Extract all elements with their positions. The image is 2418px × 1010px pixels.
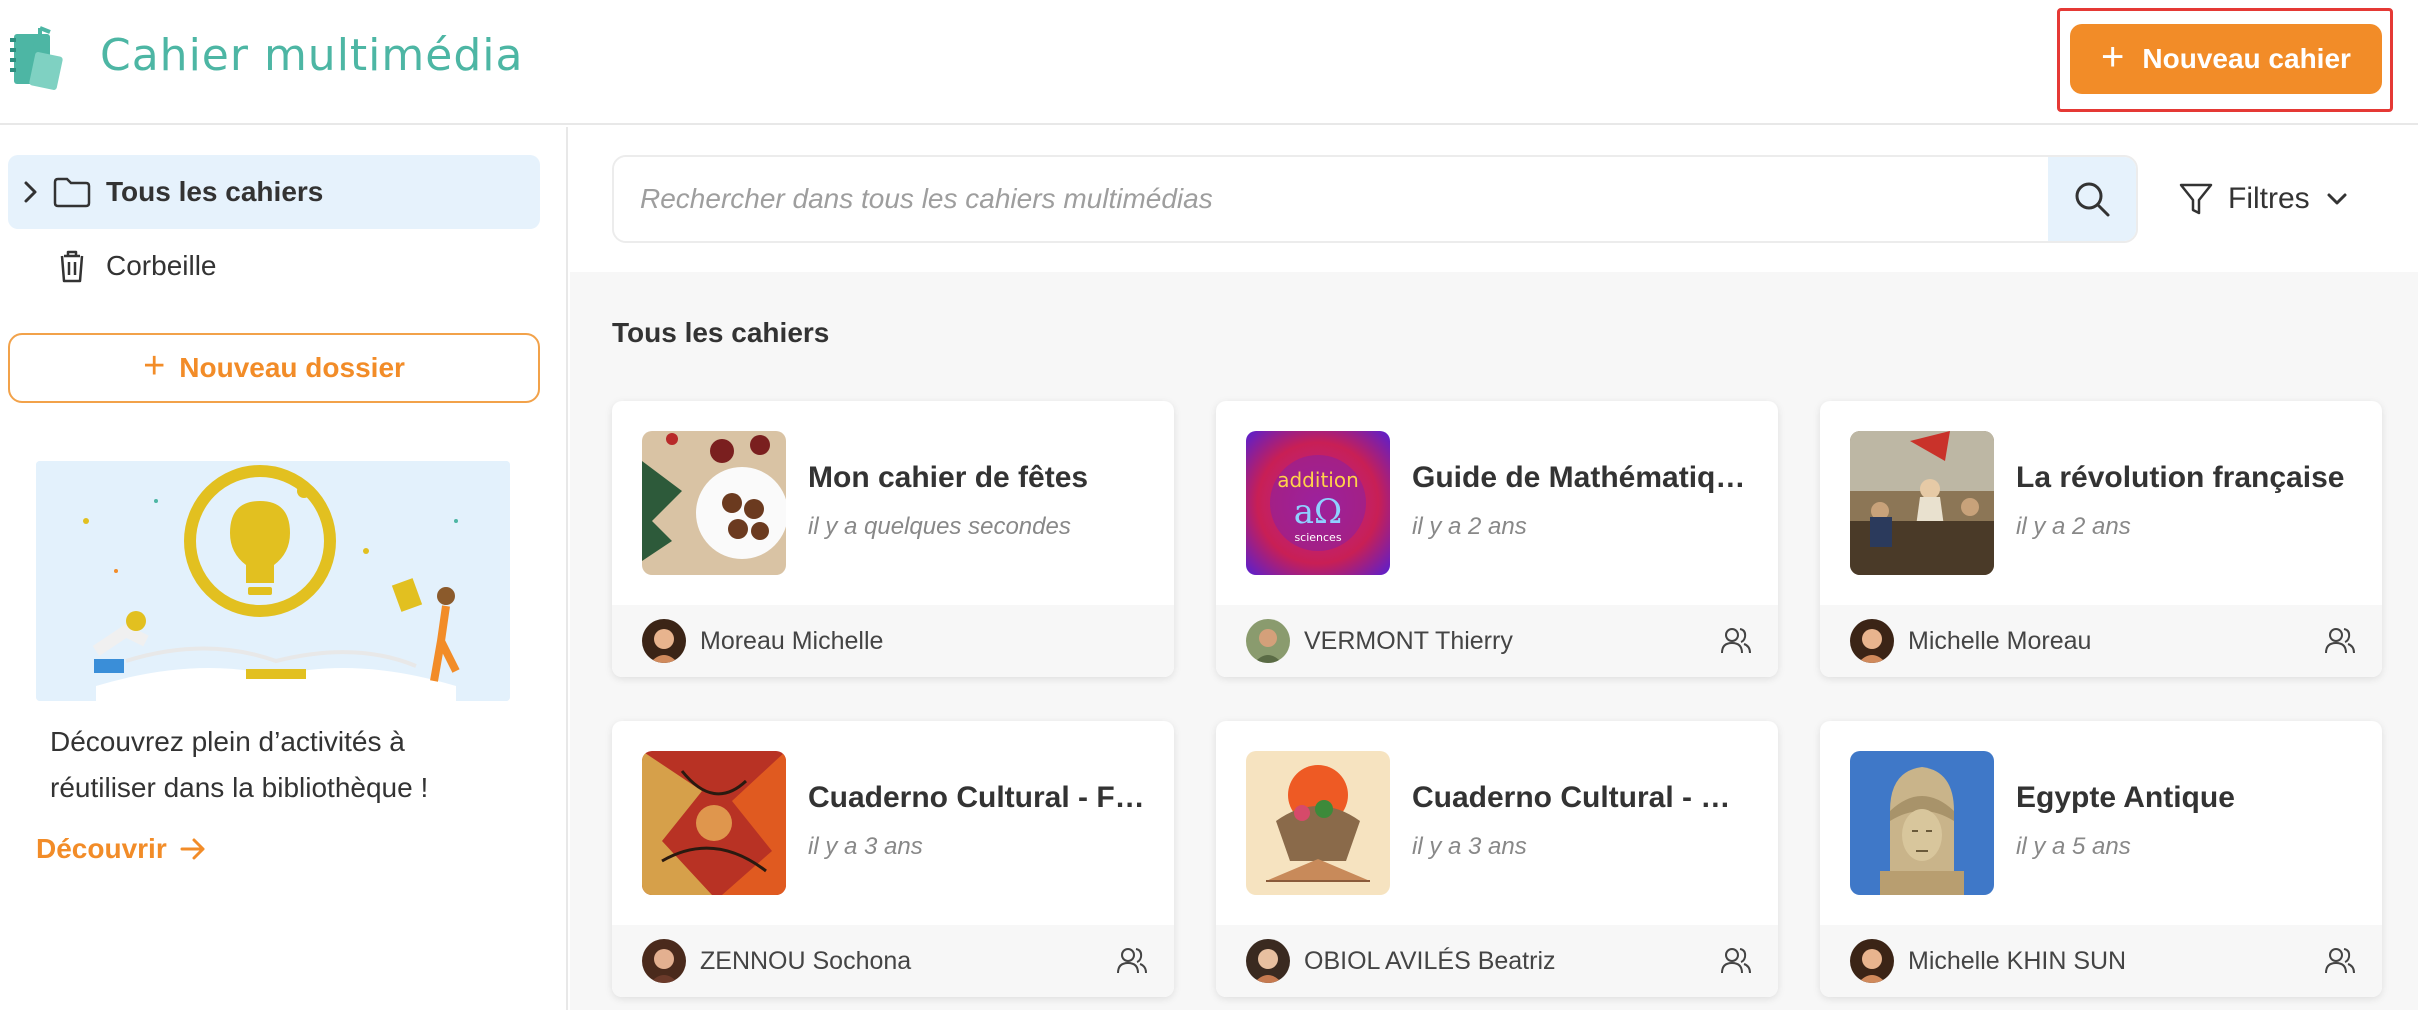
svg-text:aΩ: aΩ [1294,492,1342,532]
cahier-card[interactable]: Egypte Antique il y a 5 ans Michelle KHI… [1820,721,2382,997]
cahier-author: VERMONT Thierry [1304,626,1513,655]
cahier-title: Egypte Antique [2016,781,2235,814]
new-folder-label: Nouveau dossier [179,352,405,383]
promo-illustration [36,461,510,701]
cahier-card[interactable]: Mon cahier de fêtes il y a quelques seco… [612,401,1174,677]
filters-label: Filtres [2228,182,2310,215]
discover-label: Découvrir [36,833,167,864]
arrow-right-icon [180,838,205,860]
search-box [612,155,2138,243]
cahier-date: il y a 2 ans [2016,513,2131,540]
cahier-title: La révolution française [2016,461,2345,494]
cahier-footer: Michelle KHIN SUN [1820,925,2382,997]
cahier-footer: ZENNOU Sochona [612,925,1174,997]
cahier-thumbnail [1850,751,1994,895]
section-title: Tous les cahiers [612,317,830,348]
filters-button[interactable]: Filtres [2178,171,2350,227]
top-bar: Cahier multimédia + Nouveau cahier [0,0,2418,125]
sidebar-item-all-cahiers[interactable]: Tous les cahiers [8,155,540,229]
search-input[interactable] [614,157,2048,241]
shared-users-icon [1721,948,1751,974]
plus-icon: + [2101,35,2125,79]
avatar [1850,939,1894,983]
main-content: Filtres Tous les cahiers Mon cahier de f… [570,127,2418,1010]
new-cahier-label: Nouveau cahier [2142,43,2351,74]
cahier-date: il y a 3 ans [1412,833,1527,860]
chevron-right-icon[interactable] [16,177,46,207]
trash-icon [60,250,84,283]
app-logo-icon [10,26,63,90]
svg-text:sciences: sciences [1294,531,1341,544]
cahier-card[interactable]: addition aΩ sciences Guide de Mathématiq… [1216,401,1778,677]
cahier-thumbnail: addition aΩ sciences [1246,431,1390,575]
cahier-title: Cuaderno Cultural - Fra… [808,781,1148,814]
cahier-author: Michelle KHIN SUN [1908,946,2127,975]
cahier-footer: VERMONT Thierry [1216,605,1778,677]
svg-text:addition: addition [1277,468,1359,492]
cahier-title: Guide de Mathématique… [1412,461,1752,494]
app-title: Cahier multimédia [100,30,524,81]
cahier-card[interactable]: La révolution française il y a 2 ans Mic… [1820,401,2382,677]
folder-icon [53,177,91,208]
cahier-footer: Moreau Michelle [612,605,1174,677]
chevron-down-icon [2327,193,2347,205]
cahier-author: OBIOL AVILÉS Beatriz [1304,946,1556,975]
search-bar-area: Filtres [570,127,2418,272]
cahier-author: Moreau Michelle [700,626,884,655]
new-folder-button[interactable]: + Nouveau dossier [8,333,540,403]
cahier-thumbnail [642,431,786,575]
avatar [1246,619,1290,663]
lightbulb-illustration-icon [36,461,510,701]
cahier-author: ZENNOU Sochona [700,946,912,975]
new-cahier-button[interactable]: + Nouveau cahier [2070,24,2382,94]
cahier-footer: OBIOL AVILÉS Beatriz [1216,925,1778,997]
avatar [642,939,686,983]
shared-users-icon [1117,948,1147,974]
search-icon [2075,182,2110,217]
sidebar-item-trash[interactable]: Corbeille [8,229,540,303]
promo-text: Découvrez plein d’activités à réutiliser… [50,726,429,803]
shared-users-icon [2325,948,2355,974]
shared-users-icon [1721,628,1751,654]
cahier-date: il y a 3 ans [808,833,923,860]
cahier-footer: Michelle Moreau [1820,605,2382,677]
cahier-author: Michelle Moreau [1908,626,2092,655]
cahier-thumbnail [1246,751,1390,895]
sidebar: Tous les cahiers Corbeille + Nouveau dos… [0,127,568,1010]
cahier-thumbnail [642,751,786,895]
cahier-thumbnail [1850,431,1994,575]
avatar [1850,619,1894,663]
cahier-card[interactable]: Cuaderno Cultural - Fra… il y a 3 ans ZE… [612,721,1174,997]
cahier-title: Cuaderno Cultural - Mex… [1412,781,1752,814]
shared-users-icon [2325,628,2355,654]
avatar [642,619,686,663]
cahier-date: il y a 2 ans [1412,513,1527,540]
cahier-date: il y a 5 ans [2016,833,2131,860]
sidebar-item-label: Tous les cahiers [106,176,324,207]
cahier-card[interactable]: Cuaderno Cultural - Mex… il y a 3 ans OB… [1216,721,1778,997]
cahier-title: Mon cahier de fêtes [808,461,1089,494]
search-button[interactable] [2048,157,2136,241]
filter-icon [2179,183,2213,215]
avatar [1246,939,1290,983]
discover-link[interactable]: Découvrir [36,833,207,865]
cahier-date: il y a quelques secondes [808,513,1071,540]
sidebar-item-label: Corbeille [106,250,217,281]
plus-icon: + [143,344,166,387]
